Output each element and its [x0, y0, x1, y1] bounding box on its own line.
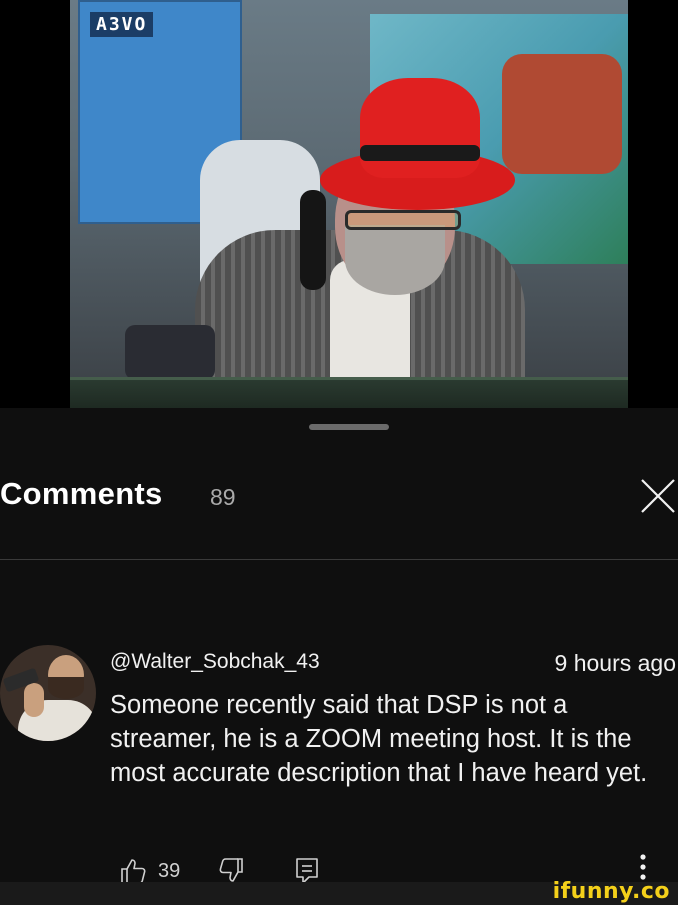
red-hat-crown	[360, 78, 480, 178]
glasses	[345, 210, 461, 230]
headset	[300, 190, 326, 290]
video-frame: A3VO	[70, 0, 628, 408]
hat-band	[360, 145, 480, 161]
drag-handle[interactable]	[309, 424, 389, 430]
close-button[interactable]	[640, 478, 676, 514]
comment-timestamp: 9 hours ago	[554, 650, 676, 676]
studio-light	[125, 325, 215, 380]
comments-count: 89	[210, 484, 236, 510]
pixel-fighter	[502, 54, 622, 174]
avatar-arm	[24, 683, 44, 717]
streamer-beard	[345, 225, 445, 295]
comment-author[interactable]: @Walter_Sobchak_43	[110, 650, 320, 674]
like-count: 39	[158, 860, 181, 882]
comment-text: Someone recently said that DSP is not a …	[110, 691, 648, 787]
header-divider	[0, 559, 678, 560]
close-icon	[641, 479, 675, 513]
comments-title: Comments	[0, 476, 163, 511]
frame-border	[70, 377, 628, 408]
avatar[interactable]	[0, 645, 96, 741]
ifunny-watermark: ifunny.co	[552, 879, 670, 904]
avatar-beard	[48, 677, 84, 699]
video-player[interactable]: A3VO	[0, 0, 678, 408]
poster-logo: A3VO	[90, 12, 154, 37]
